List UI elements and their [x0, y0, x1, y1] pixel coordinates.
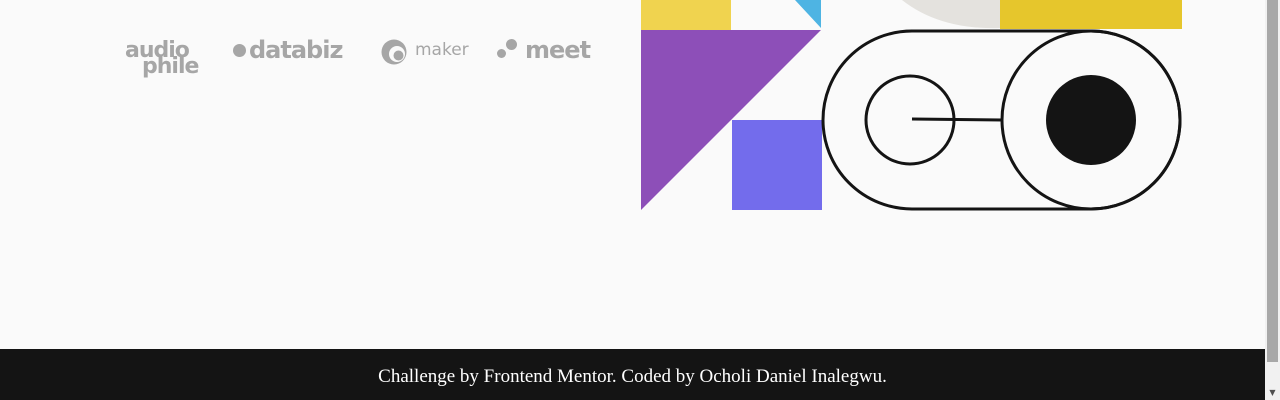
- attribution-text: Challenge by Frontend Mentor. Coded by O…: [378, 365, 887, 387]
- scroll-down-arrow-icon[interactable]: ▼: [1265, 386, 1280, 400]
- databiz-dot-icon: [233, 44, 246, 57]
- page: audio phile databiz maker meet: [0, 0, 1265, 400]
- cyan-triangle: [795, 0, 821, 28]
- audiophile-logo: audio phile: [125, 38, 210, 80]
- databiz-logo-text: databiz: [249, 36, 343, 64]
- photo-corner-shape: [902, 0, 1000, 29]
- meet-big-dot-icon: [506, 39, 517, 50]
- yellow-photo-strip: [1000, 0, 1182, 29]
- maker-logo: maker: [380, 38, 475, 68]
- hero-illustration: [641, 0, 1182, 211]
- maker-swirl-icon: [381, 39, 407, 65]
- maker-logo-text: maker: [415, 40, 469, 60]
- scrollbar-thumb[interactable]: [1267, 0, 1278, 362]
- footer: Challenge by Frontend Mentor. Coded by O…: [0, 349, 1265, 400]
- indigo-square: [732, 120, 822, 210]
- meet-logo-text: meet: [525, 36, 591, 64]
- yellow-block: [641, 0, 731, 30]
- databiz-logo: databiz: [233, 36, 358, 68]
- toggle-knob: [1046, 75, 1136, 165]
- vertical-scrollbar[interactable]: ▼: [1265, 0, 1280, 400]
- meet-logo: meet: [497, 36, 597, 68]
- meet-small-dot-icon: [497, 49, 506, 58]
- audiophile-logo-line2: phile: [142, 54, 199, 79]
